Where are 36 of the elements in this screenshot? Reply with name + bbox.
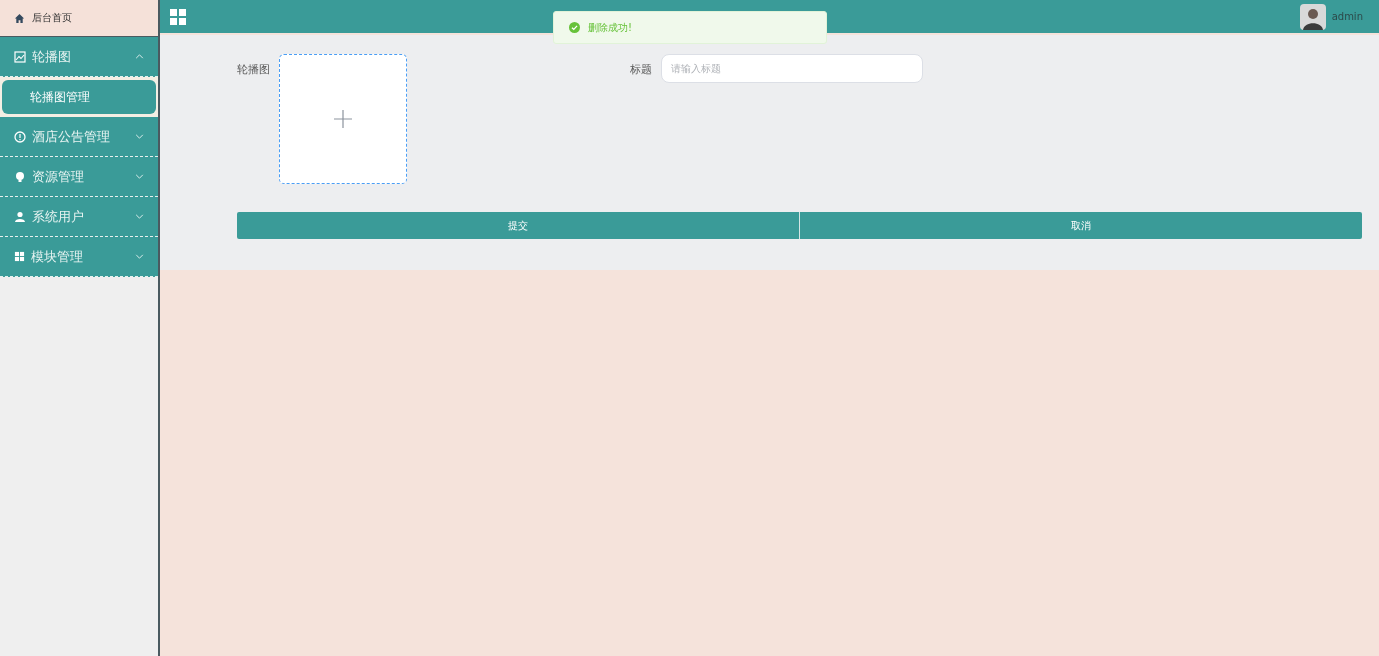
menu-label: 系统用户: [32, 207, 85, 226]
field-label: 轮播图: [237, 62, 270, 78]
bulb-icon: [14, 170, 26, 183]
alert-icon: [14, 130, 26, 143]
toast-message: 删除成功!: [588, 20, 632, 35]
chevron-icon: [135, 174, 144, 179]
home-icon: [14, 12, 25, 24]
home-label: 后台首页: [32, 11, 72, 25]
chevron-icon: [135, 254, 144, 259]
menu-label: 模块管理: [31, 247, 84, 266]
submit-button[interactable]: 提交: [237, 212, 799, 239]
chevron-icon: [135, 54, 144, 59]
menu-label: 资源管理: [32, 167, 85, 186]
submenu-item[interactable]: 轮播图管理: [2, 80, 156, 114]
menu-item[interactable]: 资源管理: [0, 157, 158, 197]
image-upload[interactable]: [279, 54, 407, 184]
chevron-icon: [135, 134, 144, 139]
cancel-button[interactable]: 取消: [799, 212, 1362, 239]
title-input[interactable]: 请输入标题: [661, 54, 923, 83]
menu-item[interactable]: 轮播图: [0, 37, 158, 77]
menu-label: 酒店公告管理: [32, 127, 111, 146]
check-circle-icon: [569, 22, 580, 33]
menu-label: 轮播图: [32, 47, 72, 66]
chevron-icon: [135, 214, 144, 219]
field-label: 标题: [630, 62, 652, 78]
plus-icon: [334, 110, 352, 128]
menu-item[interactable]: 酒店公告管理: [0, 117, 158, 157]
user-icon: [14, 210, 26, 223]
username[interactable]: admin: [1331, 11, 1363, 22]
menu-item[interactable]: 系统用户: [0, 197, 158, 237]
grid-menu-icon[interactable]: [170, 8, 186, 25]
menu-item[interactable]: 模块管理: [0, 237, 158, 277]
grid-icon: [14, 251, 25, 262]
avatar[interactable]: [1299, 3, 1326, 30]
home-menu-item[interactable]: 后台首页: [0, 0, 158, 37]
image-icon: [14, 50, 26, 63]
